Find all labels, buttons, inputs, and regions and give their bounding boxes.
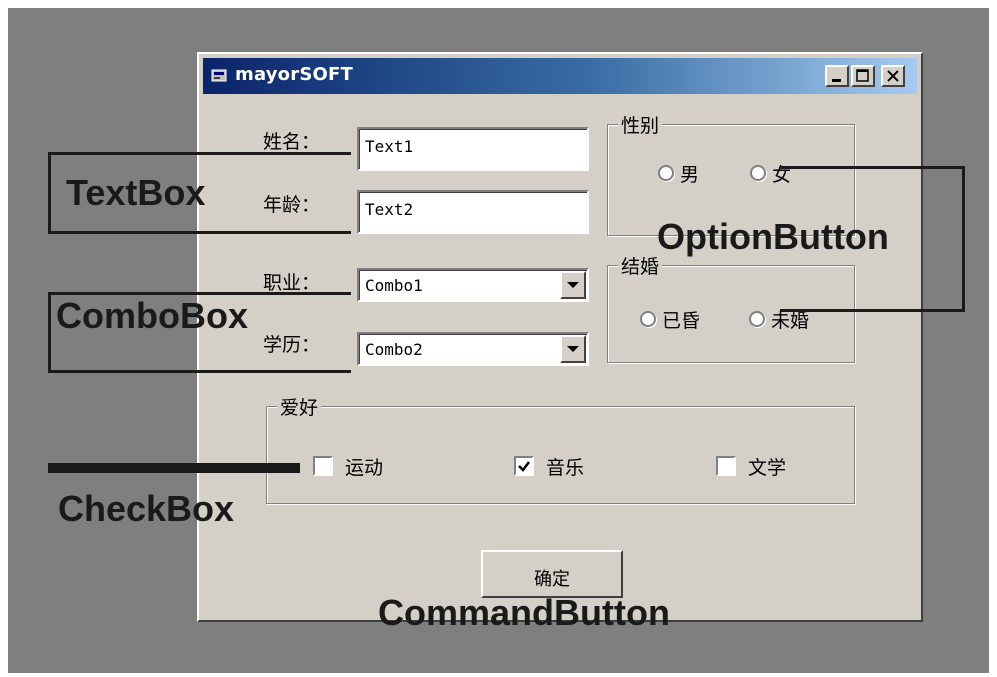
job-combobox-dropdown[interactable]: [560, 271, 586, 299]
close-button[interactable]: [881, 65, 905, 87]
sports-checkbox[interactable]: [313, 456, 333, 476]
checkbox-annotation: CheckBox: [58, 488, 235, 529]
literature-label: 文学: [748, 457, 787, 479]
sports-label: 运动: [345, 457, 384, 479]
education-combobox-value: Combo2: [365, 340, 423, 359]
female-radio[interactable]: [750, 165, 766, 181]
music-label: 音乐: [546, 457, 585, 479]
chevron-down-icon: [567, 282, 579, 288]
literature-checkbox[interactable]: [716, 456, 736, 476]
job-combobox-value: Combo1: [365, 276, 423, 295]
married-radio[interactable]: [640, 311, 656, 327]
maximize-icon: [856, 69, 869, 82]
ok-button[interactable]: 确定: [481, 550, 623, 598]
hobby-frame-caption: 爱好: [277, 393, 322, 420]
music-checkbox[interactable]: [514, 456, 534, 476]
combobox-annotation: ComboBox: [56, 295, 248, 336]
checkbox-pointer-line: [48, 463, 300, 473]
marriage-frame-caption: 结婚: [618, 252, 663, 279]
maximize-button[interactable]: [851, 65, 875, 87]
education-combobox-dropdown[interactable]: [560, 335, 586, 363]
name-label: 姓名：: [263, 131, 321, 153]
unmarried-radio[interactable]: [749, 311, 765, 327]
textbox-annotation: TextBox: [66, 172, 206, 213]
education-combobox[interactable]: Combo2: [357, 332, 589, 366]
job-combobox[interactable]: Combo1: [357, 268, 589, 302]
chevron-down-icon: [567, 346, 579, 352]
optionbutton-annotation: OptionButton: [657, 216, 889, 257]
close-icon: [887, 70, 899, 82]
male-radio[interactable]: [658, 165, 674, 181]
gender-frame-caption: 性别: [618, 111, 663, 138]
job-label: 职业：: [263, 272, 321, 294]
checkmark-icon: [518, 461, 530, 472]
window-title: mayorSOFT: [235, 64, 353, 85]
male-label: 男: [680, 164, 700, 186]
minimize-icon: [832, 79, 841, 82]
minimize-button[interactable]: [825, 65, 849, 87]
commandbutton-annotation: CommandButton: [378, 592, 670, 633]
title-bar[interactable]: mayorSOFT: [203, 58, 917, 94]
name-textbox[interactable]: Text1: [357, 127, 589, 171]
married-label: 已昏: [662, 310, 701, 332]
age-textbox[interactable]: Text2: [357, 190, 589, 234]
app-icon: [211, 69, 227, 82]
